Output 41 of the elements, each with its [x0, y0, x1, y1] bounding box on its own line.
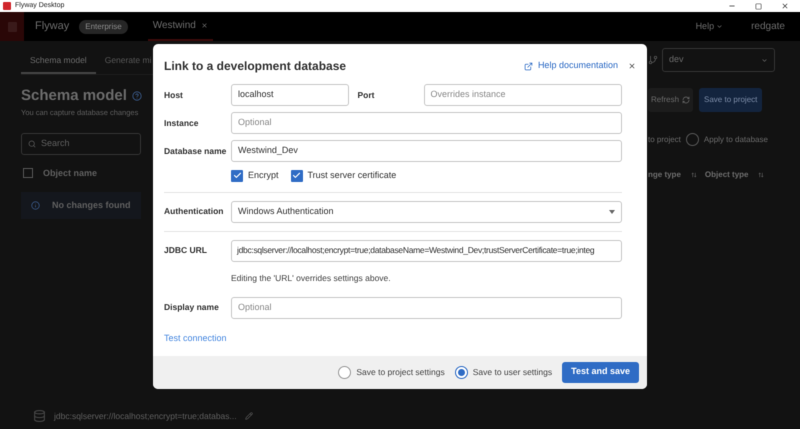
help-link[interactable]: Help documentation	[524, 59, 618, 73]
field-label: Authentication	[164, 205, 224, 218]
test-connection-link[interactable]: Test connection	[164, 332, 227, 342]
edition-badge: Enterprise	[79, 20, 128, 34]
field-label: Port	[356, 88, 376, 102]
field-label: Instance	[164, 116, 200, 130]
radio-label: Save to project settings	[356, 366, 445, 378]
page-title: Schema model	[21, 86, 127, 106]
field-label: Display name	[164, 301, 220, 314]
view-tab[interactable]: Schema model	[21, 49, 96, 74]
column-header: Object name	[43, 166, 98, 180]
database-name-input[interactable]: Westwind_Dev	[231, 140, 622, 162]
authentication-select[interactable]: Windows Authentication	[231, 200, 622, 222]
help-menu[interactable]: Help	[696, 20, 724, 34]
field-label: Host	[164, 88, 184, 102]
field-label: Database name	[164, 144, 228, 158]
dialog-title: Link to a development database	[164, 58, 348, 75]
notice-text: No changes found	[52, 198, 130, 212]
option-label: Apply to database	[704, 134, 768, 146]
save-button[interactable]: Save to project	[699, 88, 762, 112]
radio-label: Save to user settings	[472, 366, 552, 378]
brand-name: redgate	[751, 20, 785, 34]
host-input[interactable]: localhost	[231, 84, 348, 106]
search-field[interactable]: Search	[21, 132, 141, 154]
column-header[interactable]: nge type	[648, 169, 697, 181]
field-label: JDBC URL	[164, 244, 208, 257]
instance-input[interactable]: Optional	[231, 112, 622, 134]
option-label: to project	[648, 134, 681, 146]
hint-text: Editing the 'URL' overrides settings above.	[231, 272, 391, 282]
connection-text: jdbc:sqlserver://localhost;encrypt=true;databas...	[54, 410, 237, 422]
environment-select[interactable]: dev	[662, 48, 775, 72]
checkbox-label: Trust server certificate	[308, 169, 396, 182]
display-name-input[interactable]: Optional	[231, 296, 622, 318]
checkbox-label: Encrypt	[248, 169, 279, 182]
port-input[interactable]: Overrides instance	[424, 84, 622, 106]
product-name: Flyway	[35, 19, 70, 34]
test-and-save-button[interactable]: Test and save	[562, 362, 639, 382]
jdbc-url-input[interactable]: jdbc:sqlserver://localhost;encrypt=true;databaseName=Westwind_Dev;trustServerCertificate=true;integ	[231, 240, 622, 262]
refresh-button[interactable]: Refresh	[648, 88, 694, 112]
column-header[interactable]: Object type	[704, 169, 764, 181]
project-tab[interactable]: Westwind	[148, 12, 213, 41]
